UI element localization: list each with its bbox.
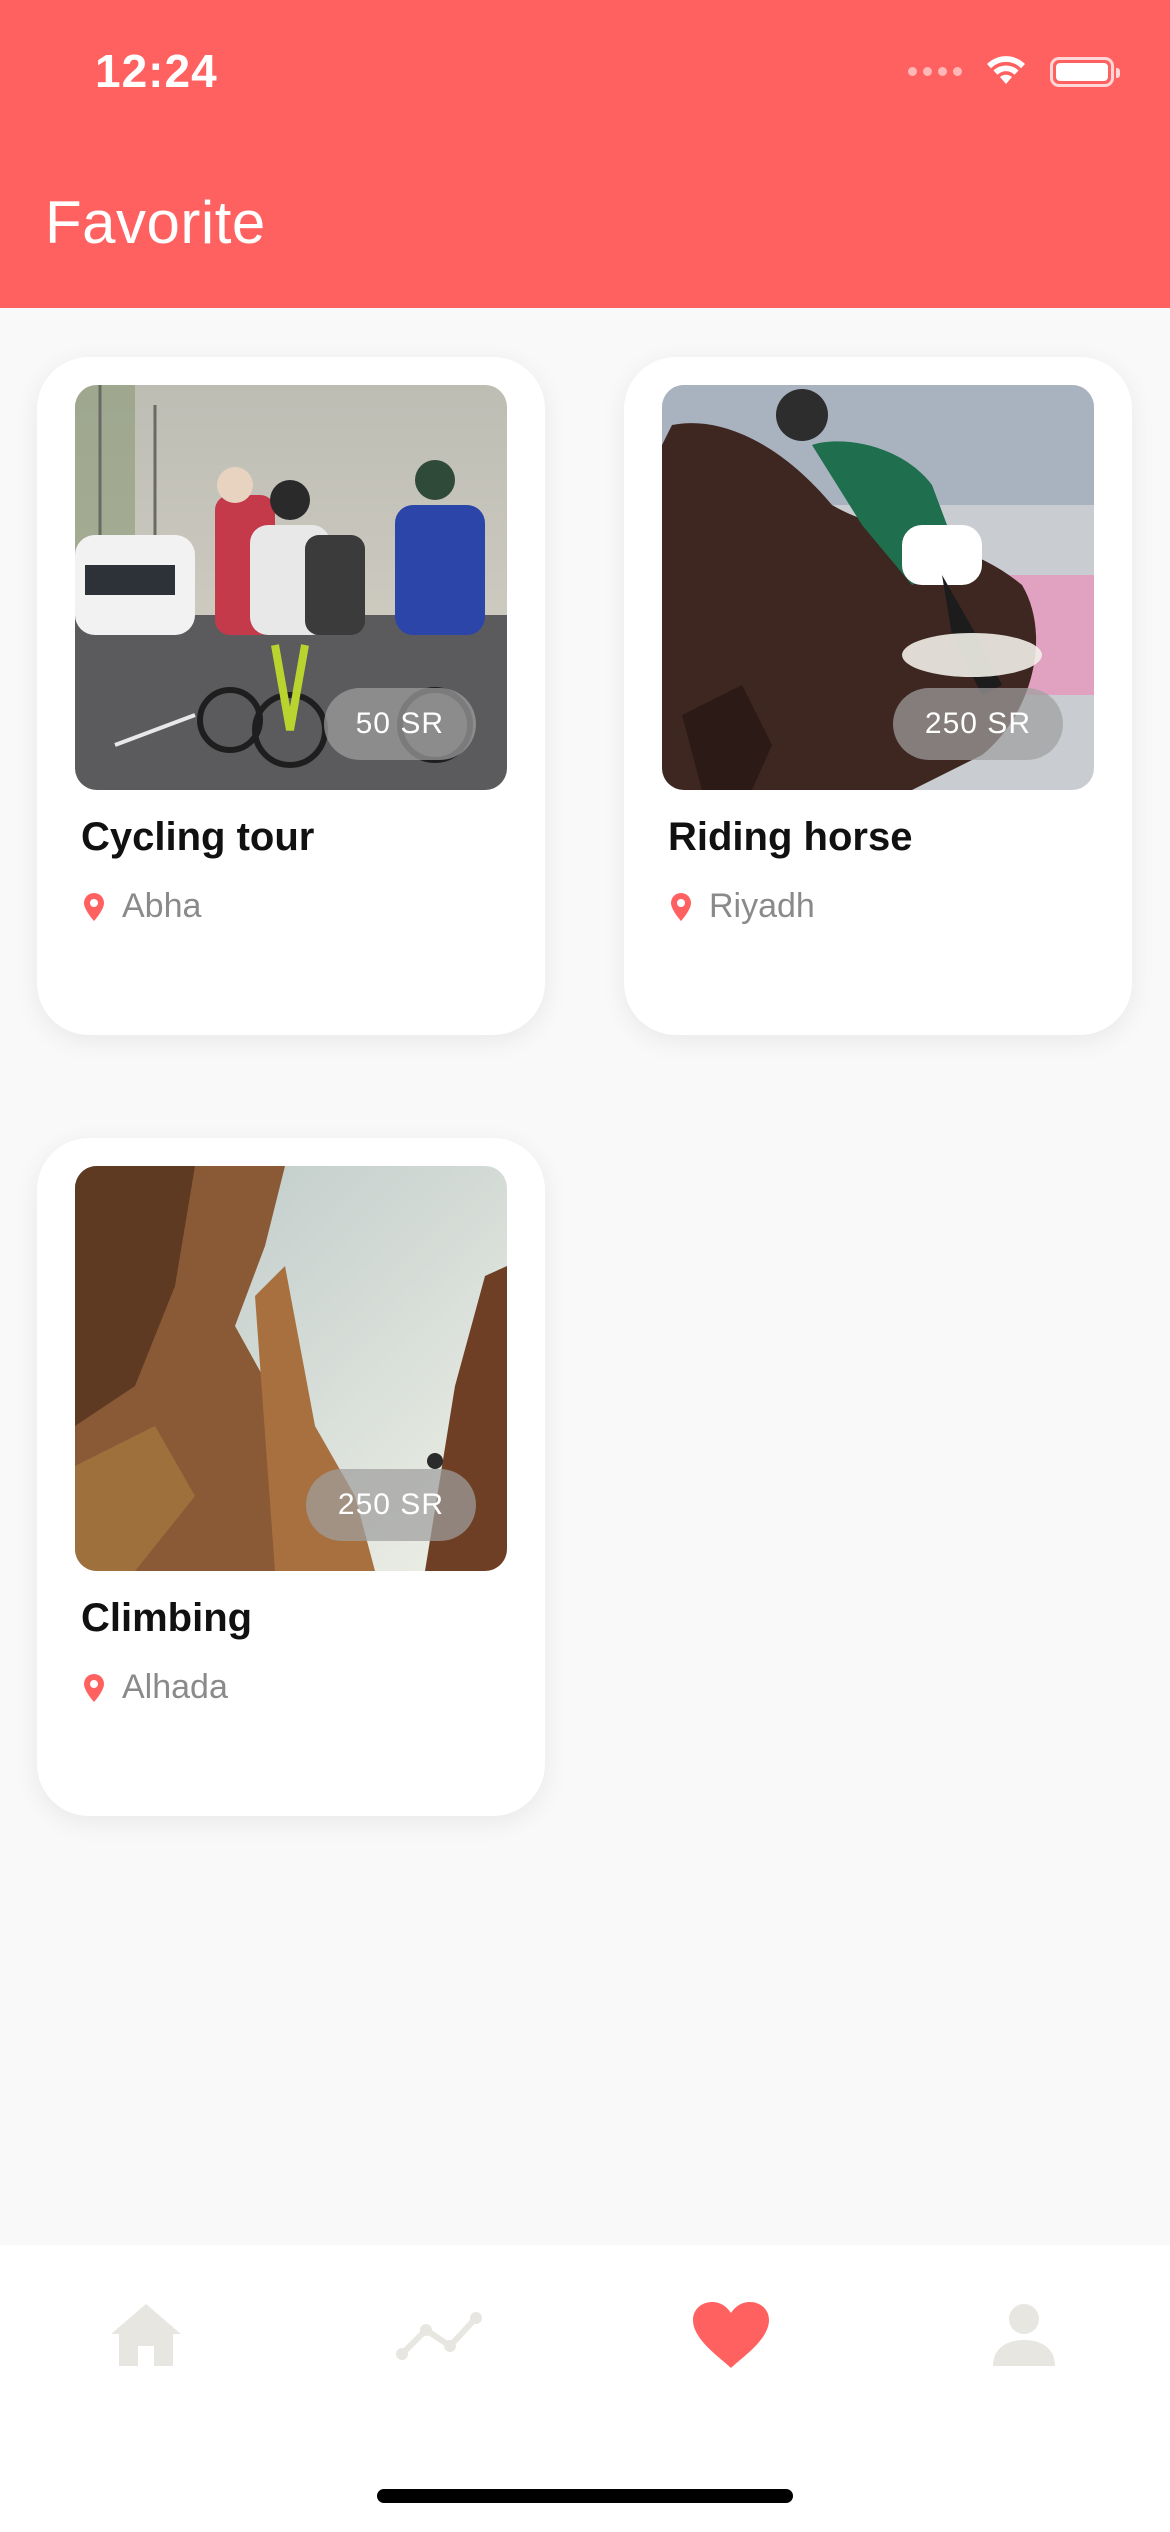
horse-riding-photo: 250 SR	[662, 385, 1094, 790]
trend-icon	[396, 2310, 482, 2365]
wifi-icon	[984, 52, 1028, 91]
person-icon	[991, 2302, 1057, 2373]
location-label: Alhada	[122, 1668, 228, 1706]
location-pin-icon	[84, 1673, 104, 1702]
home-indicator	[377, 2489, 793, 2503]
tab-profile[interactable]	[974, 2297, 1074, 2377]
card-title: Riding horse	[668, 815, 913, 859]
favorite-card-horse[interactable]: 250 SR Riding horse Riyadh	[624, 357, 1132, 1035]
tab-stats[interactable]	[389, 2297, 489, 2377]
location-pin-icon	[671, 892, 691, 921]
card-title: Climbing	[81, 1596, 253, 1640]
cellular-signal-icon	[908, 67, 962, 76]
heart-icon	[691, 2300, 771, 2375]
price-badge: 250 SR	[892, 688, 1063, 760]
card-location: Abha	[84, 887, 201, 926]
status-time: 12:24	[95, 45, 218, 97]
card-location: Alhada	[84, 1668, 228, 1707]
tab-home[interactable]	[96, 2297, 196, 2377]
status-indicators	[908, 52, 1120, 91]
price-badge: 250 SR	[305, 1469, 476, 1541]
battery-icon	[1050, 56, 1120, 87]
card-location: Riyadh	[671, 887, 815, 926]
card-title: Cycling tour	[81, 815, 315, 859]
price-badge: 50 SR	[323, 688, 476, 760]
home-icon	[109, 2302, 183, 2373]
favorite-card-cycling[interactable]: 50 SR Cycling tour Abha	[37, 357, 545, 1035]
location-label: Riyadh	[709, 887, 815, 925]
page-title: Favorite	[45, 189, 266, 256]
cycling-photo: 50 SR	[75, 385, 507, 790]
location-label: Abha	[122, 887, 202, 925]
tab-favorite[interactable]	[681, 2297, 781, 2377]
favorite-card-climbing[interactable]: 250 SR Climbing Alhada	[37, 1138, 545, 1816]
location-pin-icon	[84, 892, 104, 921]
app-header: 12:24 Favorite	[0, 0, 1170, 308]
climbing-photo: 250 SR	[75, 1166, 507, 1571]
